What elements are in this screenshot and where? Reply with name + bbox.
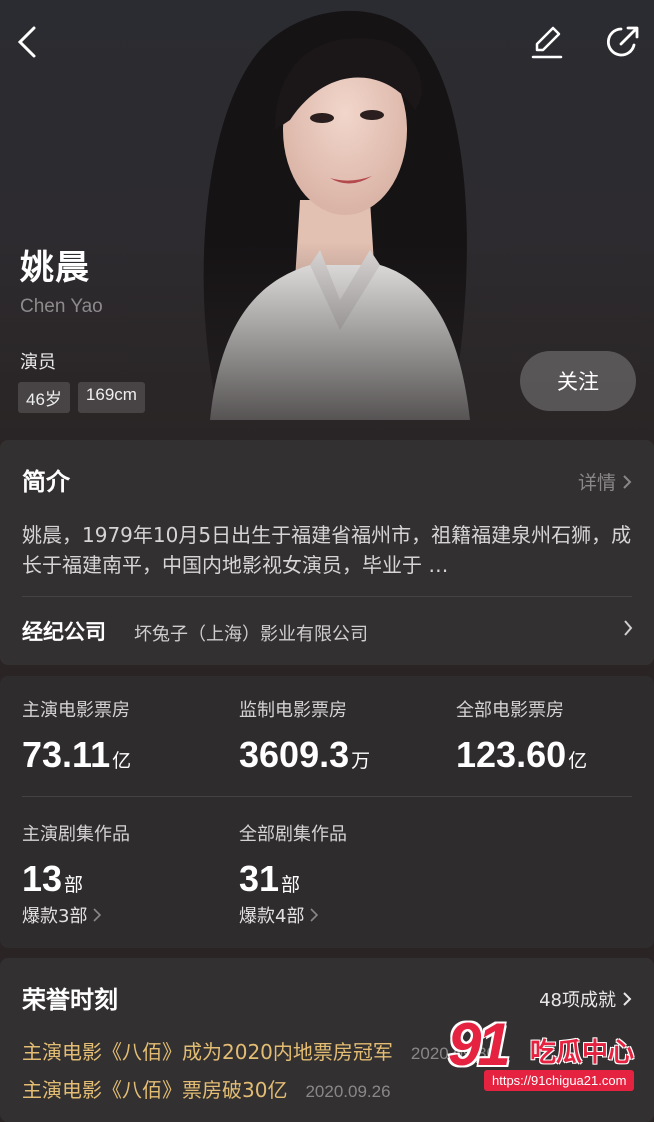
stat-value: 3609.3 万 — [239, 734, 370, 776]
height-tag: 169cm — [77, 382, 145, 413]
actor-role: 演员 — [20, 352, 56, 373]
honors-title: 荣誉时刻 — [22, 986, 118, 1014]
actor-name-english: Chen Yao — [20, 296, 103, 317]
stat-unit: 万 — [351, 750, 371, 772]
stat-label: 主演电影票房 — [22, 700, 130, 721]
stats-divider — [22, 796, 632, 797]
hit-count-link[interactable]: 爆款4部 — [239, 902, 347, 928]
honor-date: 2020.09.26 — [305, 1082, 391, 1101]
lead-series-stat[interactable]: 主演剧集作品 13 部 爆款3部 — [22, 820, 130, 928]
stat-unit: 部 — [281, 874, 301, 896]
actor-profile-page: 姚晨 Chen Yao 演员 46岁 169cm 关注 简介 详情 姚晨，197… — [0, 0, 654, 1122]
back-arrow-icon[interactable] — [8, 22, 48, 62]
lead-box-office-stat: 主演电影票房 73.11 亿 — [22, 696, 131, 776]
stat-unit: 部 — [64, 874, 84, 896]
stat-number: 13 — [22, 858, 63, 899]
intro-details-label: 详情 — [577, 472, 616, 494]
follow-button[interactable]: 关注 — [520, 351, 636, 411]
stat-value: 13 部 — [22, 858, 130, 900]
intro-title: 简介 — [22, 468, 70, 496]
stat-label: 主演剧集作品 — [22, 824, 130, 845]
edit-pencil-icon[interactable] — [527, 22, 567, 62]
stat-label: 全部电影票房 — [456, 700, 564, 721]
profile-hero: 姚晨 Chen Yao 演员 46岁 169cm 关注 — [0, 0, 654, 440]
stat-number: 31 — [239, 858, 280, 899]
agency-chevron-icon[interactable] — [622, 618, 634, 638]
chevron-right-icon — [623, 992, 632, 1006]
intro-text: 姚晨，1979年10月5日出生于福建省福州市，祖籍福建泉州石狮，成长于福建南平，… — [22, 523, 632, 577]
hit-count-link[interactable]: 爆款3部 — [22, 902, 130, 928]
supervised-box-office-stat: 监制电影票房 3609.3 万 — [239, 696, 370, 776]
stat-unit: 亿 — [112, 750, 132, 772]
agency-value[interactable]: 坏兔子（上海）影业有限公司 — [134, 620, 368, 646]
honor-text: 主演电影《八佰》票房破30亿 — [22, 1078, 288, 1102]
watermark-number: 91 — [448, 1011, 511, 1078]
intro-card: 简介 详情 姚晨，1979年10月5日出生于福建省福州市，祖籍福建泉州石狮，成长… — [0, 440, 654, 665]
hit-count-label: 爆款4部 — [239, 906, 305, 927]
chevron-right-icon — [93, 908, 102, 922]
share-icon[interactable] — [603, 22, 643, 62]
hit-count-label: 爆款3部 — [22, 906, 88, 927]
actor-name: 姚晨 — [20, 248, 90, 288]
honor-item[interactable]: 主演电影《八佰》票房破30亿 2020.09.26 — [22, 1074, 391, 1103]
stats-card: 主演电影票房 73.11 亿 监制电影票房 3609.3 万 全部电影票房 123.… — [0, 676, 654, 948]
stat-number: 3609.3 — [239, 734, 350, 775]
stat-value: 123.60 亿 — [456, 734, 587, 776]
intro-divider — [22, 596, 632, 597]
agency-label: 经纪公司 — [22, 620, 106, 644]
stat-value: 31 部 — [239, 858, 347, 900]
honors-count-link[interactable]: 48项成就 — [539, 986, 632, 1012]
stat-unit: 亿 — [568, 750, 588, 772]
watermark-text: 吃瓜中心 — [530, 1038, 635, 1068]
chevron-right-icon — [623, 474, 632, 489]
age-tag: 46岁 — [18, 382, 70, 413]
honor-text: 主演电影《八佰》成为2020内地票房冠军 — [22, 1040, 393, 1064]
actor-tags: 46岁 169cm — [18, 382, 145, 413]
stat-label: 监制电影票房 — [239, 700, 347, 721]
intro-details-link[interactable]: 详情 — [578, 468, 632, 495]
stat-number: 123.60 — [456, 734, 567, 775]
watermark-url: https://91chigua21.com — [484, 1070, 635, 1091]
total-box-office-stat: 全部电影票房 123.60 亿 — [456, 696, 587, 776]
stat-value: 73.11 亿 — [22, 734, 131, 776]
stat-number: 73.11 — [22, 734, 111, 775]
stat-label: 全部剧集作品 — [239, 824, 347, 845]
all-series-stat[interactable]: 全部剧集作品 31 部 爆款4部 — [239, 820, 347, 928]
site-watermark: 91 吃瓜中心 https://91chigua21.com — [444, 1010, 650, 1102]
honors-count-label: 48项成就 — [539, 990, 616, 1011]
honor-item[interactable]: 主演电影《八佰》成为2020内地票房冠军 2020.09.30 — [22, 1036, 496, 1065]
chevron-right-icon — [310, 908, 319, 922]
